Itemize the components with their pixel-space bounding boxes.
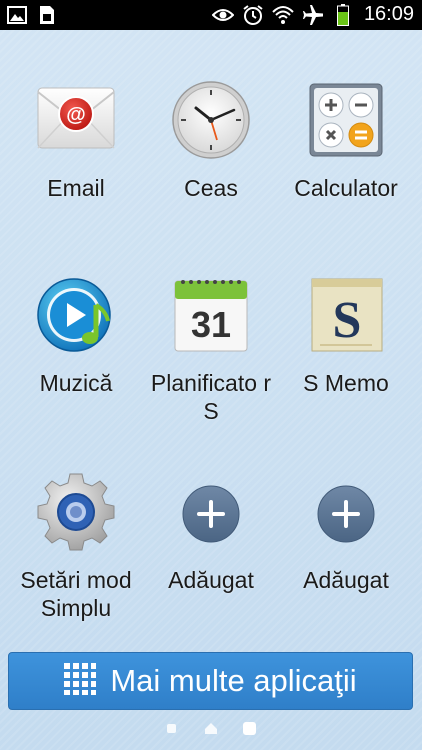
page-indicator [0,718,422,738]
home-page-icon[interactable] [205,723,217,734]
app-label: Adăugat [303,567,389,593]
app-calculator[interactable]: Calculator [276,80,416,202]
app-label: Adăugat [168,567,254,593]
app-label: Ceas [184,175,238,201]
airplane-mode-icon [302,4,324,26]
email-icon: @ [36,80,116,160]
svg-text:@: @ [66,104,86,126]
wifi-icon [272,4,294,26]
add-app-slot-2[interactable]: Adăugat [276,472,416,594]
more-apps-label: Mai multe aplicaţii [110,663,357,698]
memo-letter: S [333,292,362,349]
add-app-slot-1[interactable]: Adăugat [141,472,281,594]
calculator-icon [306,80,386,160]
app-planner[interactable]: 31 Planificato r S [141,275,281,425]
status-time: 16:09 [363,3,414,25]
alarm-icon [242,4,264,26]
more-apps-button[interactable]: Mai multe aplicaţii [8,652,413,710]
app-label: Email [47,175,105,201]
status-bar: 16:09 [0,0,422,30]
calendar-day: 31 [191,304,231,345]
app-label: Muzică [39,370,113,396]
add-icon [171,472,251,552]
app-label: S Memo [303,370,389,396]
app-label: Calculator [294,175,398,201]
gallery-notification-icon [6,4,28,26]
app-clock[interactable]: Ceas [141,80,281,202]
app-label: Setări mod Simplu [20,567,132,621]
app-easy-mode-settings[interactable]: Setări mod Simplu [6,472,146,622]
apps-grid-icon [64,662,97,700]
memo-icon: S [306,275,386,355]
app-label: Planificato r S [150,370,272,424]
page-dot-current[interactable] [243,722,256,735]
music-icon [36,275,116,355]
battery-icon [332,3,354,26]
add-icon [306,472,386,552]
smart-stay-eye-icon [211,4,234,26]
sim-card-icon [36,4,58,26]
app-email[interactable]: @ Email [6,80,146,202]
page-dot-1[interactable] [167,724,176,733]
app-music[interactable]: Muzică [6,275,146,397]
settings-gear-icon [36,472,116,552]
app-s-memo[interactable]: S S Memo [276,275,416,397]
clock-icon [171,80,251,160]
calendar-icon: 31 [171,275,251,355]
